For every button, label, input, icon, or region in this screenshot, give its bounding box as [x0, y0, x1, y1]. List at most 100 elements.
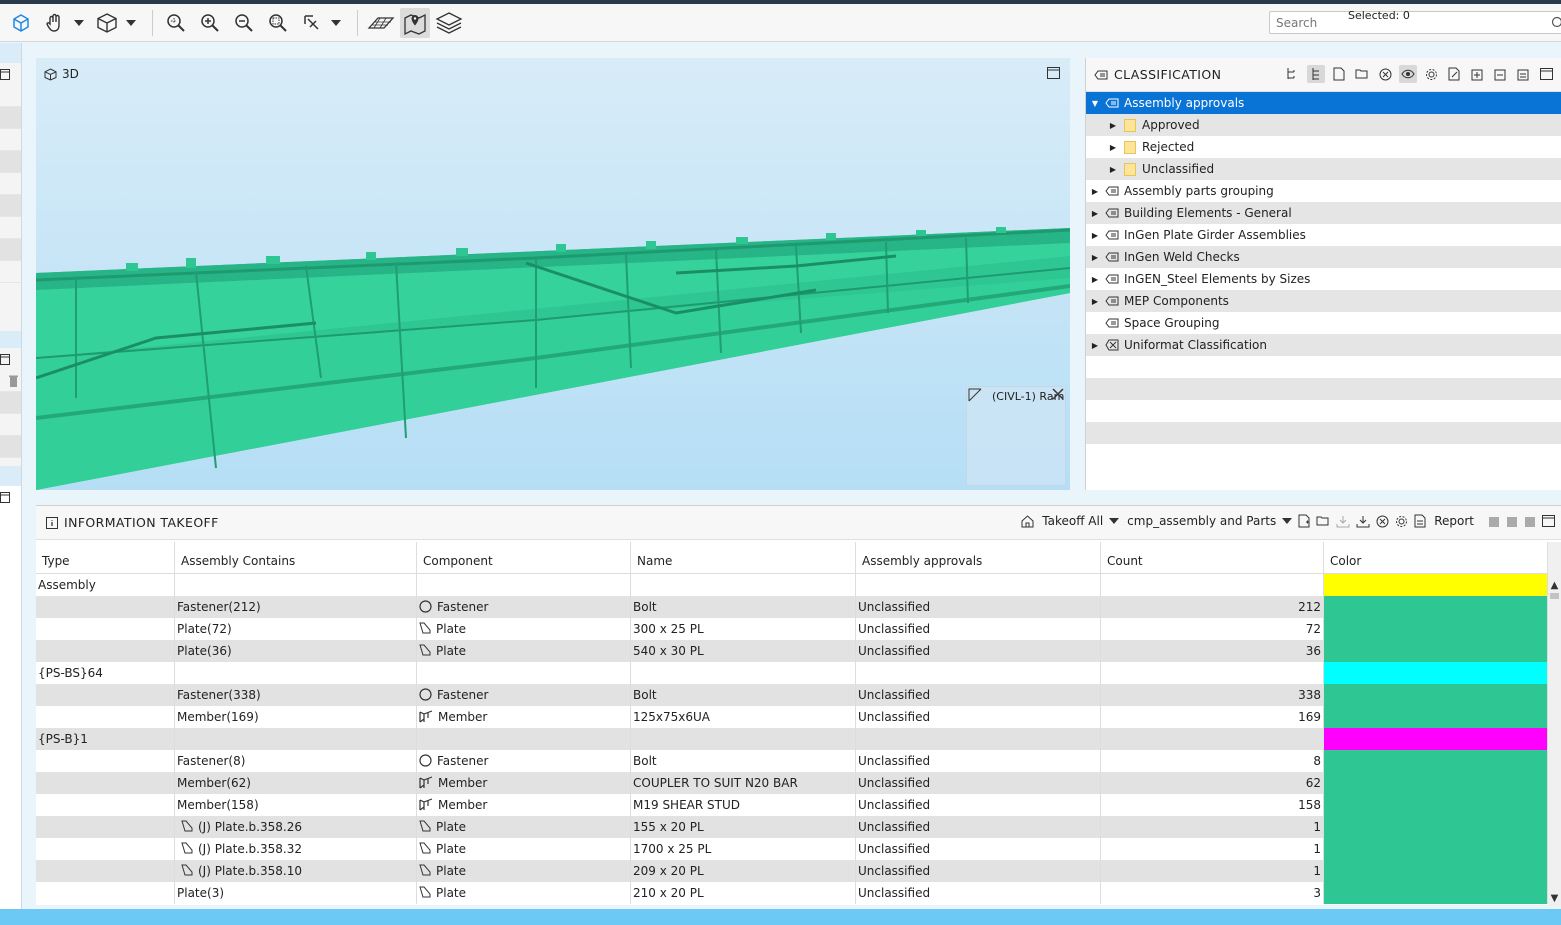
row-color-cell[interactable] [1324, 860, 1548, 882]
color-swatch[interactable] [1324, 618, 1547, 640]
report-button[interactable]: Report [1434, 514, 1474, 528]
minimap-close-icon[interactable] [1052, 388, 1064, 400]
download-icon[interactable] [1356, 515, 1370, 528]
color-swatch[interactable] [1324, 640, 1547, 662]
view-cube-icon[interactable] [92, 8, 122, 38]
tree-item[interactable]: ▶ Unclassified [1086, 158, 1561, 180]
table-row[interactable]: Member(62) Member COUPLER TO SUIT N20 BAR U… [36, 772, 1548, 794]
row-component-cell[interactable]: Plate [417, 640, 631, 662]
row-name-cell[interactable]: 209 x 20 PL [631, 860, 856, 882]
view-dropdown-chevron-down-icon[interactable] [126, 19, 136, 26]
search-icon[interactable] [1551, 16, 1561, 31]
table-row[interactable]: Plate(36) Plate 540 x 30 PL Unclassified 36 [36, 640, 1548, 662]
tree-item[interactable]: ▶ Building Elements - General [1086, 202, 1561, 224]
clipboard-disabled-icon[interactable] [1506, 515, 1518, 528]
expand-chevron-right-icon[interactable]: ▶ [1090, 187, 1100, 196]
row-color-cell[interactable] [1324, 706, 1548, 728]
row-type-cell[interactable] [36, 816, 175, 838]
tree-item[interactable]: Space Grouping [1086, 312, 1561, 334]
expand-chevron-right-icon[interactable]: ▶ [1108, 165, 1118, 174]
color-swatch[interactable] [1324, 662, 1547, 684]
pan-dropdown-chevron-down-icon[interactable] [74, 19, 84, 26]
row-count-cell[interactable] [1101, 574, 1324, 596]
color-swatch[interactable] [1324, 706, 1547, 728]
zoom-out-icon[interactable] [229, 8, 259, 38]
row-count-cell[interactable]: 1 [1101, 838, 1324, 860]
collapsed-panel[interactable] [0, 486, 21, 909]
layers-icon[interactable] [434, 8, 464, 38]
row-count-cell[interactable]: 3 [1101, 882, 1324, 904]
clipboard-disabled-icon[interactable] [1488, 515, 1500, 528]
row-assembly-contains-cell[interactable]: Plate(3) [175, 882, 417, 904]
search-input[interactable]: Search [1269, 11, 1561, 34]
row-component-cell[interactable]: Plate [417, 618, 631, 640]
zoom-window-icon[interactable] [263, 8, 293, 38]
row-approval-cell[interactable] [856, 574, 1101, 596]
clipboard-icon[interactable] [1514, 65, 1532, 83]
row-count-cell[interactable]: 212 [1101, 596, 1324, 618]
tree-item[interactable]: ▶ InGen Plate Girder Assemblies [1086, 224, 1561, 246]
column-header-component[interactable]: Component [417, 542, 631, 573]
open-folder-icon[interactable] [1353, 65, 1371, 83]
column-header-type[interactable]: Type [36, 542, 175, 573]
color-swatch[interactable] [1324, 816, 1547, 838]
row-name-cell[interactable]: 300 x 25 PL [631, 618, 856, 640]
row-approval-cell[interactable] [856, 728, 1101, 750]
trash-icon[interactable] [9, 375, 18, 387]
pan-hand-icon[interactable] [40, 8, 70, 38]
report-document-icon[interactable] [1414, 514, 1426, 528]
row-count-cell[interactable]: 1 [1101, 860, 1324, 882]
column-header-count[interactable]: Count [1101, 542, 1324, 573]
section-plane-icon[interactable] [366, 8, 396, 38]
row-approval-cell[interactable]: Unclassified [856, 706, 1101, 728]
table-row[interactable]: Assembly [36, 574, 1548, 596]
table-row[interactable]: {PS-BS}64 [36, 662, 1548, 684]
row-type-cell[interactable] [36, 794, 175, 816]
row-count-cell[interactable]: 158 [1101, 794, 1324, 816]
row-color-cell[interactable] [1324, 728, 1548, 750]
row-color-cell[interactable] [1324, 684, 1548, 706]
new-document-icon[interactable] [1298, 514, 1310, 528]
row-type-cell[interactable] [36, 640, 175, 662]
collapsed-panel[interactable] [0, 348, 21, 466]
tree-item[interactable]: ▶ Assembly parts grouping [1086, 180, 1561, 202]
expand-chevron-right-icon[interactable]: ▶ [1108, 143, 1118, 152]
row-count-cell[interactable]: 1 [1101, 816, 1324, 838]
row-assembly-contains-cell[interactable]: (J) Plate.b.358.10 [175, 860, 417, 882]
color-swatch[interactable] [1324, 684, 1547, 706]
row-color-cell[interactable] [1324, 618, 1548, 640]
row-count-cell[interactable]: 36 [1101, 640, 1324, 662]
add-item-icon[interactable] [1468, 65, 1486, 83]
row-type-cell[interactable] [36, 684, 175, 706]
color-swatch[interactable] [1324, 574, 1547, 596]
expand-chevron-right-icon[interactable]: ▶ [1090, 253, 1100, 262]
visibility-eye-icon[interactable] [1399, 65, 1417, 83]
settings-gear-icon[interactable] [1395, 515, 1408, 528]
tree-item[interactable]: ▶ Approved [1086, 114, 1561, 136]
row-name-cell[interactable]: 155 x 20 PL [631, 816, 856, 838]
select-dropdown-chevron-down-icon[interactable] [331, 19, 341, 26]
row-name-cell[interactable]: Bolt [631, 750, 856, 772]
home-icon[interactable] [1021, 514, 1034, 528]
row-component-cell[interactable] [417, 574, 631, 596]
row-approval-cell[interactable]: Unclassified [856, 860, 1101, 882]
table-row[interactable]: Plate(3) Plate 210 x 20 PL Unclassified 3 [36, 882, 1548, 904]
row-type-cell[interactable] [36, 750, 175, 772]
row-color-cell[interactable] [1324, 662, 1548, 684]
row-component-cell[interactable]: Member [417, 772, 631, 794]
template-select[interactable]: cmp_assembly and Parts [1127, 514, 1276, 528]
tree-item[interactable]: ▶ InGEN_Steel Elements by Sizes [1086, 268, 1561, 290]
remove-item-icon[interactable] [1491, 65, 1509, 83]
table-row[interactable]: (J) Plate.b.358.26 Plate 155 x 20 PL Unclas… [36, 816, 1548, 838]
panel-maximize-icon[interactable] [1537, 65, 1555, 83]
row-color-cell[interactable] [1324, 882, 1548, 904]
row-component-cell[interactable] [417, 662, 631, 684]
tree-item[interactable]: ▶ Uniformat Classification [1086, 334, 1561, 356]
row-color-cell[interactable] [1324, 640, 1548, 662]
row-name-cell[interactable]: 210 x 20 PL [631, 882, 856, 904]
expand-chevron-right-icon[interactable]: ▶ [1090, 275, 1100, 284]
row-approval-cell[interactable]: Unclassified [856, 882, 1101, 904]
panel-maximize-icon[interactable] [0, 63, 21, 85]
row-count-cell[interactable] [1101, 728, 1324, 750]
row-assembly-contains-cell[interactable]: Member(158) [175, 794, 417, 816]
